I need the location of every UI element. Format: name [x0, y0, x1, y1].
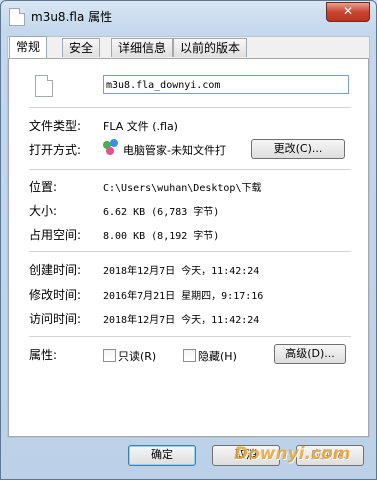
- tencent-manager-icon: [103, 139, 119, 155]
- general-tab-content: m3u8.fla_downyi.com 文件类型: FLA 文件 (.fla) …: [8, 58, 369, 437]
- modified-value: 2016年7月21日 星期四，9:17:16: [103, 291, 264, 302]
- accessed-label: 访问时间:: [29, 312, 82, 326]
- location-label: 位置:: [29, 180, 58, 194]
- created-label: 创建时间:: [29, 263, 82, 277]
- tab-details[interactable]: 详细信息: [111, 38, 174, 57]
- hidden-checkbox[interactable]: [183, 349, 196, 362]
- readonly-label[interactable]: 只读(R): [118, 348, 156, 364]
- advanced-button[interactable]: 高级(D)...: [274, 344, 346, 364]
- file-type-label: 文件类型:: [29, 119, 82, 133]
- window-title: m3u8.fla 属性: [31, 10, 113, 24]
- divider: [29, 336, 351, 337]
- title-bar[interactable]: m3u8.fla 属性 ✕: [1, 1, 376, 31]
- hidden-label[interactable]: 隐藏(H): [198, 348, 237, 364]
- tab-security[interactable]: 安全: [62, 38, 101, 57]
- size-label: 大小:: [29, 204, 58, 218]
- file-type-value: FLA 文件 (.fla): [103, 120, 178, 133]
- tab-general[interactable]: 常规: [9, 36, 48, 58]
- ok-button[interactable]: 确定: [128, 445, 196, 466]
- open-with-label: 打开方式:: [29, 143, 82, 157]
- tab-previous-versions[interactable]: 以前的版本: [173, 38, 248, 57]
- file-icon: [9, 8, 25, 26]
- watermark: Downyi.com: [234, 444, 351, 464]
- divider: [29, 107, 351, 108]
- open-with-value: 电脑管家-未知文件打: [123, 144, 226, 157]
- file-name-input[interactable]: m3u8.fla_downyi.com: [103, 75, 349, 94]
- document-icon: [35, 75, 53, 97]
- accessed-value: 2018年12月7日 今天，11:42:24: [103, 315, 260, 326]
- disk-size-value: 8.00 KB (8,192 字节): [103, 231, 220, 242]
- divider: [29, 169, 351, 170]
- change-button[interactable]: 更改(C)...: [251, 139, 345, 159]
- attributes-label: 属性:: [29, 348, 58, 362]
- readonly-checkbox[interactable]: [103, 349, 116, 362]
- size-value: 6.62 KB (6,783 字节): [103, 207, 220, 218]
- close-button[interactable]: ✕: [326, 2, 370, 22]
- location-value: C:\Users\wuhan\Desktop\下载: [103, 183, 262, 194]
- divider: [29, 251, 351, 252]
- modified-label: 修改时间:: [29, 288, 82, 302]
- created-value: 2018年12月7日 今天，11:42:24: [103, 266, 260, 277]
- disk-size-label: 占用空间:: [29, 228, 82, 242]
